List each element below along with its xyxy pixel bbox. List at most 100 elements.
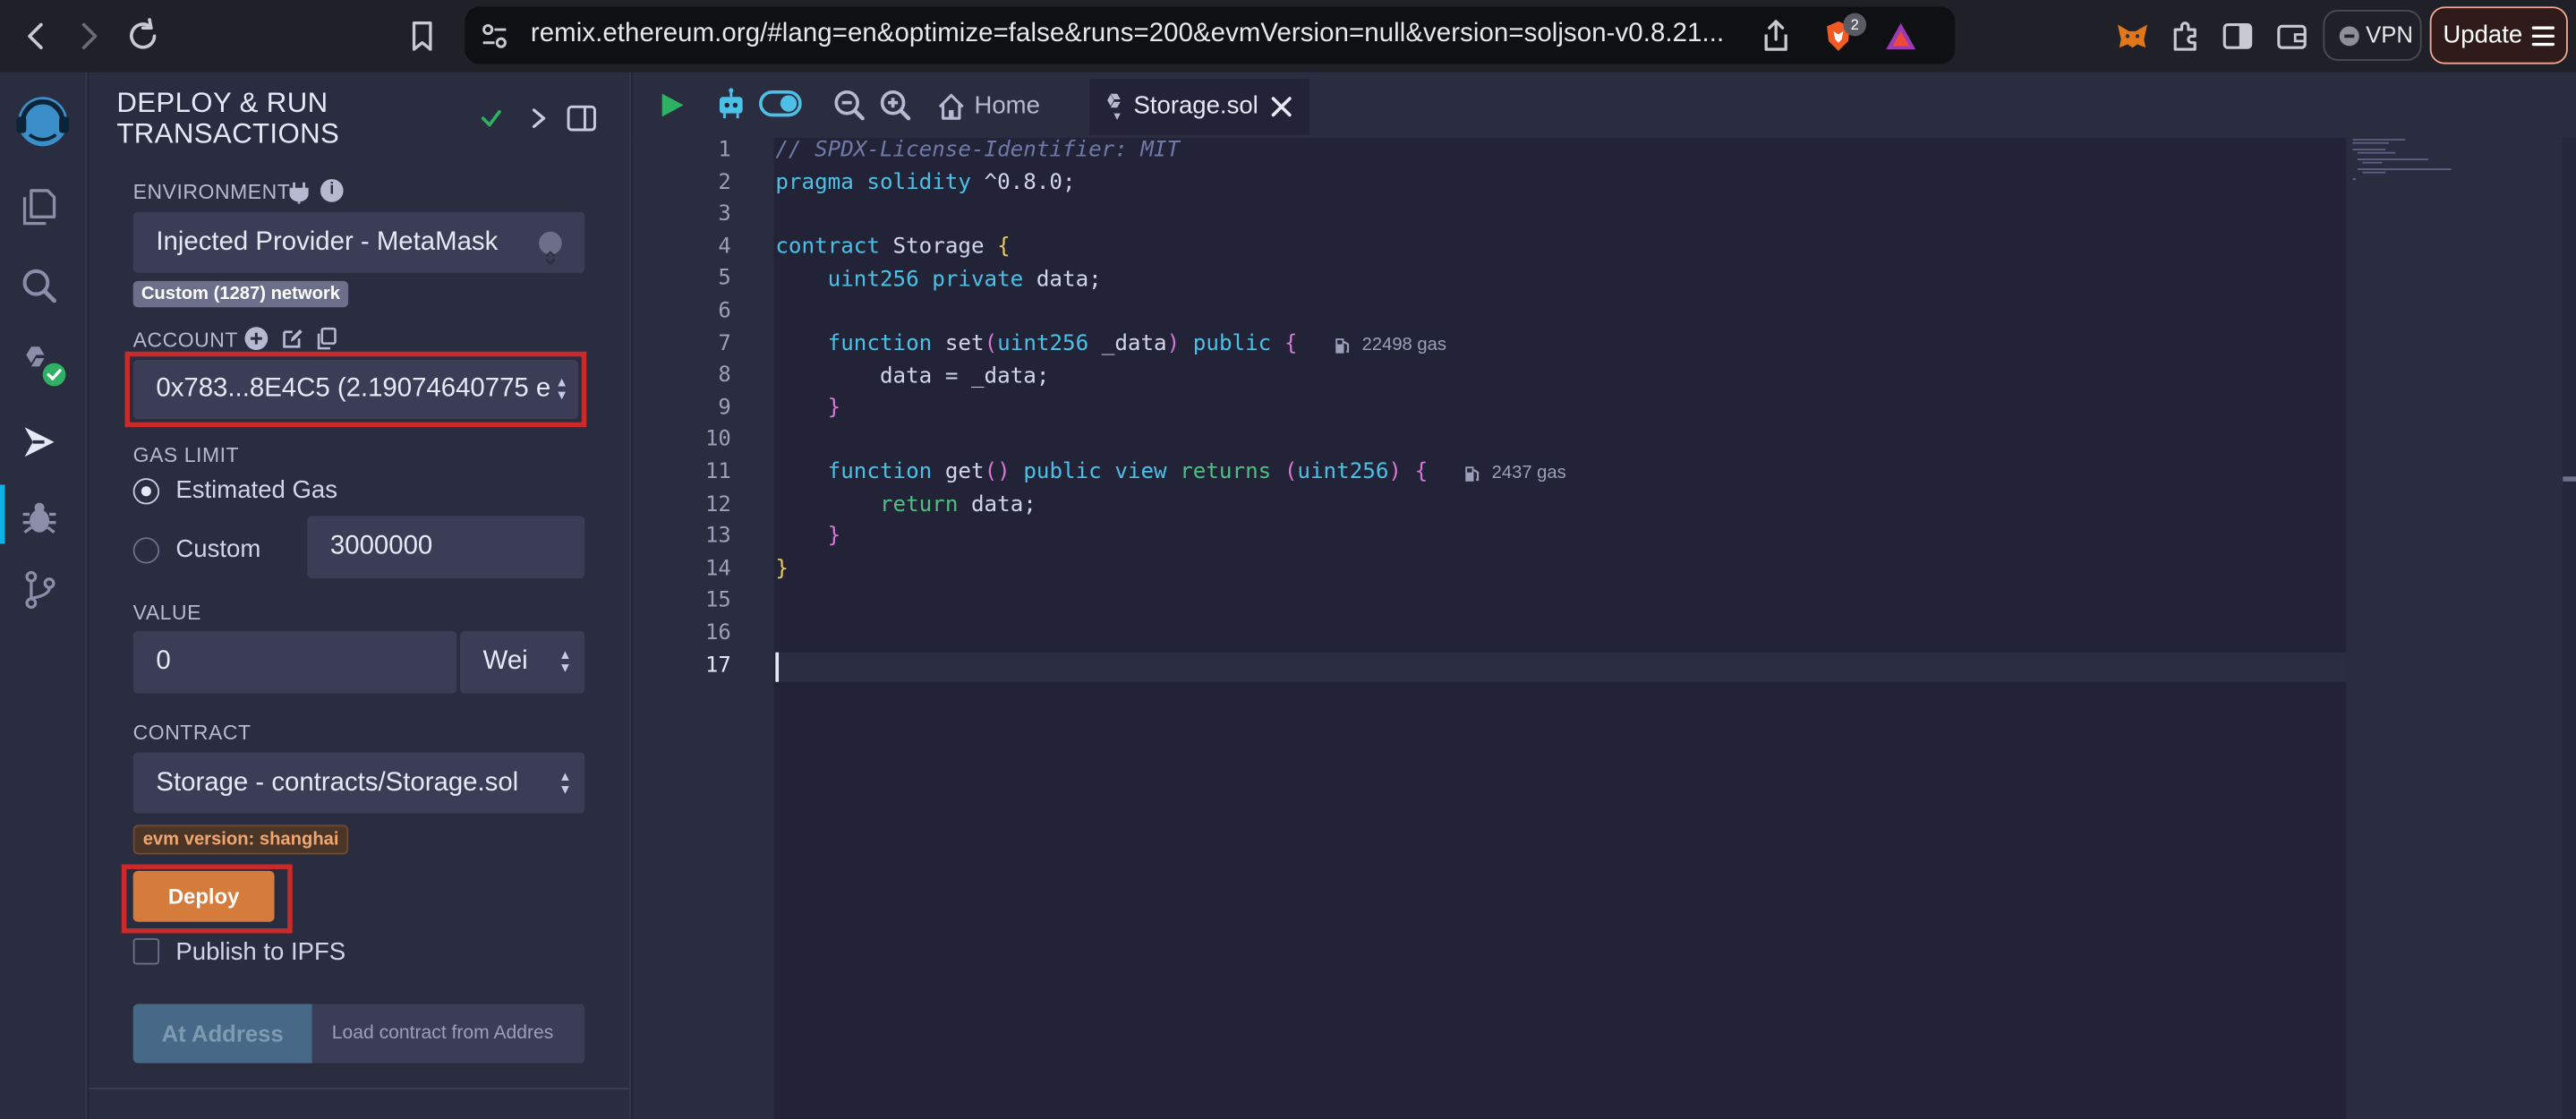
panel-title: DEPLOY & RUN TRANSACTIONS xyxy=(116,87,340,150)
close-tab-icon[interactable] xyxy=(1270,95,1293,118)
environment-select[interactable]: Injected Provider - MetaMask xyxy=(132,211,585,273)
code-line-9[interactable]: } xyxy=(775,396,841,421)
home-icon xyxy=(938,93,964,120)
plug-icon xyxy=(289,181,309,204)
value-unit: Wei xyxy=(482,647,528,676)
code-line-1[interactable]: // SPDX-License-Identifier: MIT xyxy=(775,138,1180,163)
remix-logo-icon[interactable] xyxy=(6,89,79,154)
code-line-8[interactable]: data = _data; xyxy=(775,364,1049,389)
code-token: uint256 xyxy=(827,268,919,293)
zoom-in-icon[interactable] xyxy=(879,89,912,122)
code-line-7[interactable]: function set(uint256 _data) public { xyxy=(775,331,1298,357)
solidity-compiler-icon[interactable] xyxy=(18,340,66,387)
estimated-gas-label: Estimated Gas xyxy=(175,476,337,505)
sidebar-toggle-icon[interactable] xyxy=(2218,16,2257,56)
code-line-2[interactable]: pragma solidity ^0.8.0; xyxy=(775,171,1075,196)
gas-pump-icon xyxy=(1465,466,1480,482)
code-token: return xyxy=(879,492,959,518)
brave-rewards-icon[interactable] xyxy=(1881,16,1921,56)
code-line-12[interactable]: return data; xyxy=(775,493,1036,518)
code-token: ^0.8.0; xyxy=(970,170,1076,196)
value-input[interactable]: 0 xyxy=(132,630,457,694)
code-line-5[interactable]: uint256 private data; xyxy=(775,268,1102,293)
source-control-icon[interactable] xyxy=(18,568,61,611)
copy-address-icon[interactable] xyxy=(315,327,338,350)
code-line-14[interactable]: } xyxy=(775,557,789,582)
line-number: 2 xyxy=(718,170,731,195)
account-label: ACCOUNT xyxy=(132,329,238,352)
select-arrow-icon xyxy=(539,231,562,266)
text-cursor xyxy=(775,652,780,682)
environment-label: ENVIRONMENT xyxy=(132,180,291,204)
minimap[interactable] xyxy=(2346,138,2563,1119)
tab-home[interactable]: Home xyxy=(930,79,1078,134)
code-line-13[interactable]: } xyxy=(775,524,841,550)
contract-select[interactable]: Storage - contracts/Storage.sol ▲ ▼ xyxy=(132,752,585,814)
update-button[interactable]: Update xyxy=(2429,6,2568,64)
account-highlight-box xyxy=(124,351,587,428)
minimap-preview xyxy=(2352,139,2452,180)
share-icon[interactable] xyxy=(1756,16,1796,56)
debugger-icon[interactable] xyxy=(18,496,61,539)
code-token: // SPDX-License-Identifier: MIT xyxy=(775,138,1181,163)
dock-panel-icon[interactable] xyxy=(567,105,596,132)
icon-panel xyxy=(0,72,88,1119)
tab-storage-sol[interactable]: Storage.sol xyxy=(1088,79,1309,135)
custom-gas-input[interactable]: 3000000 xyxy=(307,516,585,579)
code-token: returns xyxy=(1180,459,1272,485)
run-script-icon[interactable] xyxy=(657,90,687,120)
gas-hint-get: 2437 gas xyxy=(1491,463,1566,483)
ai-copilot-icon[interactable] xyxy=(714,87,747,120)
metamask-extension-icon[interactable] xyxy=(2112,16,2152,56)
value-amount: 0 xyxy=(156,647,171,676)
code-token: public xyxy=(1180,331,1284,357)
line-number: 10 xyxy=(705,427,731,453)
scrollbar-thumb[interactable] xyxy=(2563,476,2576,482)
add-account-icon[interactable] xyxy=(244,327,269,350)
deploy-run-icon[interactable] xyxy=(18,421,61,464)
estimated-gas-radio[interactable] xyxy=(132,478,160,505)
code-line-11[interactable]: function get() public view returns (uint… xyxy=(775,459,1429,485)
copilot-toggle[interactable] xyxy=(759,90,802,117)
code-token: private xyxy=(918,268,1024,293)
expand-chevron-icon[interactable] xyxy=(525,105,551,131)
line-number: 4 xyxy=(718,235,731,260)
at-address-button[interactable]: At Address xyxy=(132,1004,312,1063)
value-unit-select[interactable]: Wei ▲ ▼ xyxy=(459,630,585,694)
edit-account-icon[interactable] xyxy=(281,327,304,350)
back-icon[interactable] xyxy=(16,16,55,56)
code-brace: } xyxy=(775,557,789,582)
bookmark-icon[interactable] xyxy=(403,16,442,56)
line-number: 5 xyxy=(718,267,731,292)
select-arrow-icon: ▲ ▼ xyxy=(559,647,572,676)
info-icon[interactable]: i xyxy=(320,179,344,202)
code-line-4[interactable]: contract Storage { xyxy=(775,235,1010,260)
gas-pump-icon xyxy=(1335,338,1350,354)
code-brace: ( xyxy=(1284,459,1298,485)
value-label: VALUE xyxy=(132,601,201,625)
site-settings-icon[interactable] xyxy=(474,16,514,56)
editor-scrollbar[interactable] xyxy=(2563,138,2576,1119)
line-number: 16 xyxy=(705,620,731,646)
publish-ipfs-checkbox[interactable] xyxy=(132,938,160,965)
load-contract-address-input[interactable]: Load contract from Addres xyxy=(311,1004,585,1063)
code-token: set xyxy=(932,331,985,357)
custom-gas-radio[interactable] xyxy=(132,537,160,564)
file-explorer-icon[interactable] xyxy=(18,184,61,227)
custom-gas-label: Custom xyxy=(175,535,261,564)
wallet-icon[interactable] xyxy=(2272,16,2311,56)
contract-value: Storage - contracts/Storage.sol xyxy=(156,769,519,798)
reload-icon[interactable] xyxy=(124,16,163,56)
code-brace: } xyxy=(827,524,841,550)
zoom-out-icon[interactable] xyxy=(833,89,866,122)
vpn-button[interactable]: VPN xyxy=(2323,10,2422,61)
search-icon[interactable] xyxy=(18,265,61,308)
code-token: function xyxy=(827,459,933,485)
forward-icon[interactable] xyxy=(69,16,108,56)
tab-storage-label: Storage.sol xyxy=(1133,91,1258,120)
vpn-label: VPN xyxy=(2366,21,2413,48)
code-brace: { xyxy=(997,235,1011,261)
solidity-file-icon xyxy=(1107,93,1121,120)
extensions-icon[interactable] xyxy=(2165,16,2205,56)
code-token: uint256 xyxy=(1297,459,1389,485)
